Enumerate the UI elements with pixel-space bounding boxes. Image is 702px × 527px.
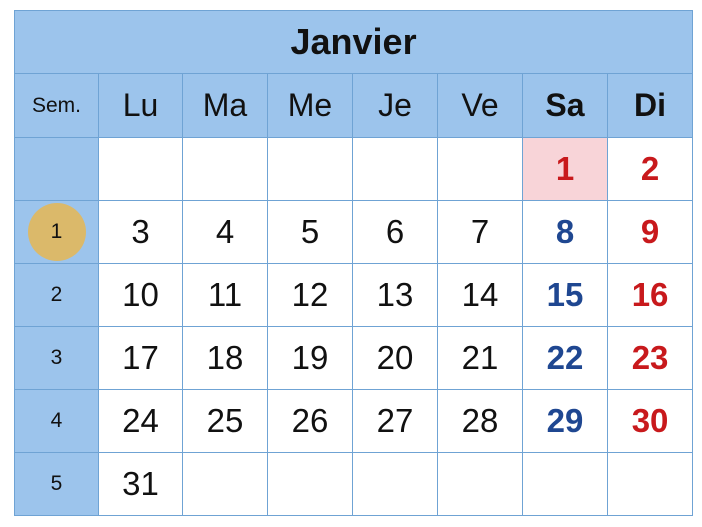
day-cell-thursday: 20 xyxy=(352,326,438,390)
day-cell-wednesday: 5 xyxy=(267,200,353,264)
day-cell-monday: 24 xyxy=(98,389,183,453)
title-row: Janvier xyxy=(13,10,694,74)
day-cell-sunday: 9 xyxy=(606,200,694,264)
current-week-marker: 1 xyxy=(27,203,86,261)
empty-day-cell xyxy=(182,137,268,201)
day-cell-sunday: 30 xyxy=(606,389,694,453)
empty-day-cell xyxy=(98,137,183,201)
week-row: 12 xyxy=(14,137,694,201)
calendar-grid: Janvier Sem. Lu Ma Me Je Ve Sa Di 121345… xyxy=(13,10,694,516)
day-cell-tuesday: 4 xyxy=(182,200,268,264)
day-cell-thursday: 27 xyxy=(352,389,438,453)
day-cell-monday: 31 xyxy=(98,452,183,516)
week-number-cell: 3 xyxy=(14,326,99,390)
empty-day-cell xyxy=(522,452,608,516)
week-number-cell: 2 xyxy=(14,263,99,327)
week-row: 3 17 18 19 20 21 22 23 xyxy=(14,326,694,390)
day-cell-wednesday: 19 xyxy=(267,326,353,390)
day-cell-wednesday: 26 xyxy=(267,389,353,453)
empty-day-cell xyxy=(352,452,438,516)
weeks-body: 1 2 1 3 4 5 6 7 8 9 2 10 11 12 13 14 15 16 3 17 18 19 20 21 22 23… xyxy=(14,137,694,516)
day-cell-monday: 10 xyxy=(98,263,183,327)
empty-day-cell xyxy=(267,137,353,201)
day-header-thursday: Je xyxy=(352,73,438,138)
day-cell-tuesday: 11 xyxy=(182,263,268,327)
day-header-saturday: Sa xyxy=(522,73,608,138)
week-row: 13456789 xyxy=(14,200,694,264)
day-header-wednesday: Me xyxy=(267,73,353,138)
day-cell-saturday: 1 xyxy=(522,137,608,201)
week-number-cell: 4 xyxy=(14,389,99,453)
empty-day-cell xyxy=(437,137,523,201)
day-cell-friday: 14 xyxy=(437,263,523,327)
day-header-tuesday: Ma xyxy=(182,73,268,138)
month-title: Janvier xyxy=(13,10,694,74)
day-header-friday: Ve xyxy=(437,73,523,138)
week-number-header: Sem. xyxy=(14,73,99,138)
day-cell-monday: 17 xyxy=(98,326,183,390)
day-cell-saturday: 15 xyxy=(522,263,608,327)
day-cell-friday: 21 xyxy=(437,326,523,390)
day-cell-friday: 7 xyxy=(437,200,523,264)
day-cell-monday: 3 xyxy=(98,200,183,264)
day-header-sunday: Di xyxy=(606,73,694,138)
empty-day-cell xyxy=(267,452,353,516)
day-cell-friday: 28 xyxy=(437,389,523,453)
week-row: 2 10 11 12 13 14 15 16 xyxy=(14,263,694,327)
day-header-monday: Lu xyxy=(98,73,183,138)
day-cell-tuesday: 25 xyxy=(182,389,268,453)
day-cell-sunday: 16 xyxy=(606,263,694,327)
day-cell-saturday: 29 xyxy=(522,389,608,453)
empty-day-cell xyxy=(606,452,694,516)
day-cell-saturday: 8 xyxy=(522,200,608,264)
week-number-cell: 5 xyxy=(14,452,99,516)
week-row: 5 31 xyxy=(14,452,694,516)
day-cell-sunday: 2 xyxy=(606,137,694,201)
day-cell-tuesday: 18 xyxy=(182,326,268,390)
empty-day-cell xyxy=(182,452,268,516)
day-cell-thursday: 6 xyxy=(352,200,438,264)
day-cell-saturday: 22 xyxy=(522,326,608,390)
day-cell-sunday: 23 xyxy=(606,326,694,390)
empty-day-cell xyxy=(352,137,438,201)
empty-day-cell xyxy=(437,452,523,516)
day-cell-thursday: 13 xyxy=(352,263,438,327)
week-number-cell xyxy=(14,137,99,201)
week-number-cell: 1 xyxy=(14,200,99,264)
week-row: 4 24 25 26 27 28 29 30 xyxy=(14,389,694,453)
weekday-header-row: Sem. Lu Ma Me Je Ve Sa Di xyxy=(14,73,694,138)
day-cell-wednesday: 12 xyxy=(267,263,353,327)
